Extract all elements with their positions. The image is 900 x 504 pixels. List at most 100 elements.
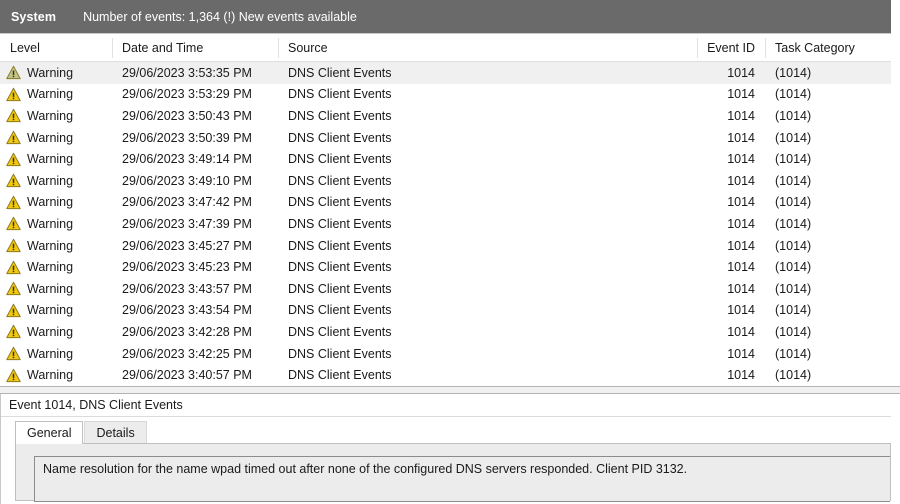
tab-general-label: General [27,426,72,440]
warning-icon [6,130,21,145]
events-summary-label[interactable]: Number of events: 1,364 (!) New events a… [56,10,357,24]
tab-details-label: Details [96,426,135,440]
cell-source: DNS Client Events [288,130,392,145]
cell-level-label: Warning [27,238,74,253]
column-header-event-id-label: Event ID [707,40,755,55]
horizontal-splitter[interactable] [0,386,900,394]
warning-icon [6,109,21,123]
cell-date-and-time: 29/06/2023 3:50:39 PM [122,130,252,145]
cell-source: DNS Client Events [288,368,392,383]
cell-task-category: (1014) [775,260,812,275]
cell-source: DNS Client Events [288,173,392,188]
tab-details[interactable]: Details [84,421,147,444]
event-list-panel: Level Date and Time Source Event ID Task… [0,33,891,386]
warning-icon [6,174,21,188]
column-header-event-id[interactable]: Event ID [697,34,765,62]
event-list-column-headers: Level Date and Time Source Event ID Task… [0,34,891,62]
cell-task-category: (1014) [775,152,812,167]
cell-level-label: Warning [27,195,74,210]
table-row[interactable]: Warning 29/06/2023 3:43:54 PM DNS Client E… [0,300,891,322]
cell-task-category: (1014) [775,324,812,339]
warning-icon [6,325,21,339]
cell-level: Warning [0,256,112,278]
table-row[interactable]: Warning 29/06/2023 3:49:14 PM DNS Client E… [0,148,891,170]
cell-event-id: 1014 [727,87,755,102]
cell-date-and-time: 29/06/2023 3:49:14 PM [122,152,252,167]
cell-level: Warning [0,343,112,365]
cell-level: Warning [0,235,112,257]
log-status-bar: System Number of events: 1,364 (!) New e… [0,0,891,33]
cell-event-id: 1014 [727,346,755,361]
cell-task-category: (1014) [775,238,812,253]
column-header-date-and-time-label: Date and Time [122,40,204,55]
cell-source: DNS Client Events [288,324,392,339]
cell-date-and-time: 29/06/2023 3:47:39 PM [122,216,252,231]
cell-level-label: Warning [27,260,74,275]
cell-event-id: 1014 [727,173,755,188]
cell-event-id: 1014 [727,281,755,296]
warning-icon [6,195,21,209]
cell-level: Warning [0,278,112,300]
cell-level: Warning [0,192,112,214]
warning-icon [6,368,21,382]
cell-date-and-time: 29/06/2023 3:42:25 PM [122,346,252,361]
event-message-textbox[interactable]: Name resolution for the name wpad timed … [34,456,890,502]
cell-event-id: 1014 [727,238,755,253]
column-header-source[interactable]: Source [278,34,697,62]
column-header-task-category[interactable]: Task Category [765,34,891,62]
table-row[interactable]: Warning 29/06/2023 3:47:39 PM DNS Client E… [0,213,891,235]
event-detail-right-padding [891,394,900,504]
log-name-label: System [11,9,57,24]
cell-date-and-time: 29/06/2023 3:43:57 PM [122,281,252,296]
cell-source: DNS Client Events [288,238,392,253]
table-row[interactable]: Warning 29/06/2023 3:50:43 PM DNS Client E… [0,105,891,127]
table-row[interactable]: Warning 29/06/2023 3:49:10 PM DNS Client E… [0,170,891,192]
warning-icon [6,260,21,274]
cell-level: Warning [0,364,112,386]
tab-general[interactable]: General [15,421,84,444]
table-row[interactable]: Warning 29/06/2023 3:50:39 PM DNS Client E… [0,127,891,149]
cell-level-label: Warning [27,152,74,167]
cell-date-and-time: 29/06/2023 3:50:43 PM [122,108,252,123]
cell-level-label: Warning [27,130,74,145]
table-row[interactable]: Warning 29/06/2023 3:42:28 PM DNS Client E… [0,321,891,343]
table-row[interactable]: Warning 29/06/2023 3:40:57 PM DNS Client E… [0,364,891,386]
cell-task-category: (1014) [775,216,812,231]
table-row[interactable]: Warning 29/06/2023 3:45:27 PM DNS Client E… [0,235,891,257]
cell-task-category: (1014) [775,303,812,318]
cell-source: DNS Client Events [288,65,392,80]
cell-event-id: 1014 [727,303,755,318]
cell-task-category: (1014) [775,195,812,210]
event-viewer-window: System Number of events: 1,364 (!) New e… [0,0,900,504]
event-detail-pane: Event 1014, DNS Client Events General De… [0,394,891,504]
cell-source: DNS Client Events [288,303,392,318]
cell-level: Warning [0,213,112,235]
warning-icon [6,281,21,296]
cell-level: Warning [0,84,112,106]
cell-source: DNS Client Events [288,195,392,210]
cell-source: DNS Client Events [288,152,392,167]
table-row[interactable]: Warning 29/06/2023 3:45:23 PM DNS Client E… [0,256,891,278]
cell-source: DNS Client Events [288,108,392,123]
table-row[interactable]: Warning 29/06/2023 3:47:42 PM DNS Client E… [0,192,891,214]
warning-icon [6,152,21,166]
event-detail-tabstrip: General Details [1,420,891,444]
cell-event-id: 1014 [727,324,755,339]
cell-task-category: (1014) [775,87,812,102]
cell-event-id: 1014 [727,130,755,145]
table-row[interactable]: Warning 29/06/2023 3:53:35 PM DNS Client E… [0,62,891,84]
table-row[interactable]: Warning 29/06/2023 3:42:25 PM DNS Client E… [0,343,891,365]
cell-level-label: Warning [27,346,74,361]
table-row[interactable]: Warning 29/06/2023 3:43:57 PM DNS Client E… [0,278,891,300]
cell-date-and-time: 29/06/2023 3:53:29 PM [122,87,252,102]
cell-level: Warning [0,148,112,170]
column-header-source-label: Source [288,40,328,55]
column-header-date-and-time[interactable]: Date and Time [112,34,278,62]
warning-icon [6,303,21,317]
cell-level-label: Warning [27,281,74,296]
cell-event-id: 1014 [727,152,755,167]
cell-event-id: 1014 [727,195,755,210]
column-header-level[interactable]: Level [0,34,112,62]
table-row[interactable]: Warning 29/06/2023 3:53:29 PM DNS Client E… [0,84,891,106]
cell-level-label: Warning [27,108,74,123]
